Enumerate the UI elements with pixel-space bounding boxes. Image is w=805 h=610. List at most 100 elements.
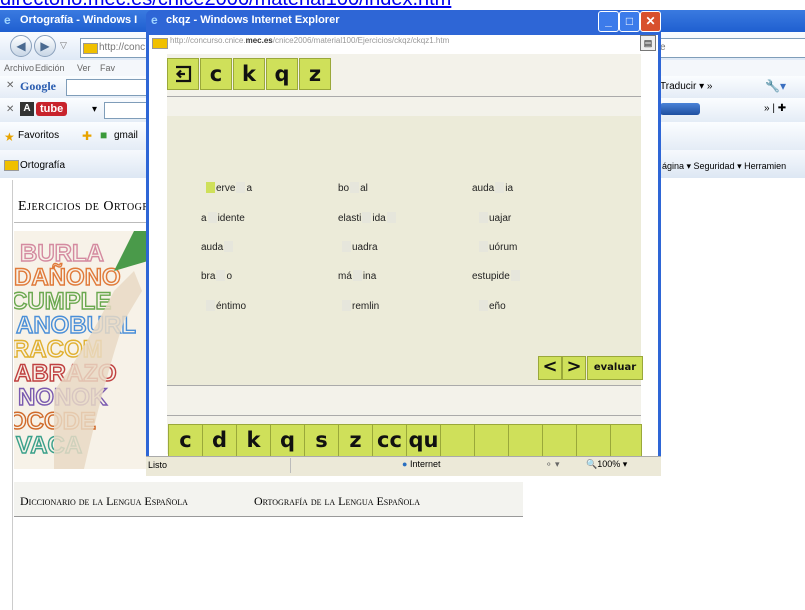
tube-logo: tube xyxy=(36,102,68,116)
answer-tile-qu[interactable]: qu xyxy=(406,424,441,457)
answer-tile-s[interactable]: s xyxy=(304,424,339,457)
blank-slot[interactable] xyxy=(495,182,505,193)
answer-tile-z[interactable]: z xyxy=(338,424,373,457)
close-button[interactable]: ✕ xyxy=(640,11,661,32)
internet-zone: ● Internet xyxy=(402,459,441,469)
blank-slot[interactable] xyxy=(206,300,215,311)
favorites-button[interactable]: Favoritos xyxy=(18,130,59,141)
answer-tile-empty[interactable] xyxy=(576,424,611,457)
word-item: erve a xyxy=(205,182,252,194)
divider xyxy=(167,96,641,97)
wrench-icon[interactable]: 🔧▾ xyxy=(765,79,786,93)
svg-text:CUMPLE: CUMPLE xyxy=(14,288,111,315)
minimize-button[interactable]: _ xyxy=(598,11,619,32)
blank-slot[interactable] xyxy=(352,270,362,281)
letter-tile-k[interactable]: k xyxy=(233,58,265,90)
title-rule xyxy=(14,222,148,223)
tab-site-icon xyxy=(4,160,19,171)
gmail-link[interactable]: gmail xyxy=(114,130,138,141)
menu-favoritos[interactable]: Fav xyxy=(100,63,115,73)
answer-tile-c[interactable]: c xyxy=(168,424,203,457)
letter-tile-c[interactable]: c xyxy=(200,58,232,90)
popup-title: ckqz - Windows Internet Explorer xyxy=(166,14,340,26)
back-window-title: Ortografía - Windows I xyxy=(20,14,138,26)
blank-slot[interactable] xyxy=(342,241,351,252)
dropdown-icon[interactable]: ▾ xyxy=(92,104,97,115)
word-item: a idente xyxy=(201,212,245,224)
blank-slot[interactable] xyxy=(479,241,488,252)
zoom-control[interactable]: 🔍100% ▾ xyxy=(586,459,627,470)
youtube-icon[interactable] xyxy=(660,103,700,115)
tab-ortografia[interactable]: Ortografía xyxy=(20,160,65,171)
blank-slot[interactable] xyxy=(216,270,226,281)
blank-slot[interactable] xyxy=(479,300,488,311)
word-item: má ina xyxy=(338,270,377,282)
ejercicios-title: Ejercicios de Ortografía xyxy=(18,199,146,214)
answer-tile-empty[interactable] xyxy=(508,424,543,457)
answer-tile-empty[interactable] xyxy=(440,424,475,457)
close-icon[interactable]: ✕ xyxy=(6,104,14,115)
ortografia-link[interactable]: Ortografía de la Lengua Española xyxy=(254,494,420,509)
gmail-icon: ■ xyxy=(100,128,108,142)
menu-archivo[interactable]: Archivo xyxy=(4,63,34,73)
maximize-button[interactable]: □ xyxy=(619,11,640,32)
close-icon[interactable]: ✕ xyxy=(6,80,14,91)
back-arrow-icon[interactable]: ◀ xyxy=(10,35,32,57)
add-favorite-icon[interactable]: ✚ xyxy=(82,129,92,143)
decorative-letters-image: BURLA DAÑONO CUMPLE ANOBURL RACOM ABRAZO… xyxy=(14,231,148,469)
letter-tile-z[interactable]: z xyxy=(299,58,331,90)
google-search-input[interactable] xyxy=(66,79,148,96)
next-button[interactable]: > xyxy=(562,356,586,380)
traducir-button[interactable]: Traducir ▾ » xyxy=(660,81,712,92)
blank-slot[interactable] xyxy=(510,270,520,281)
blank-slot[interactable] xyxy=(362,212,372,223)
status-text: Listo xyxy=(148,460,168,470)
exit-button[interactable] xyxy=(167,58,199,90)
word-item: uadra xyxy=(341,241,378,253)
site-icon xyxy=(83,43,98,54)
word-item: auda ia xyxy=(472,182,514,194)
blank-slot[interactable] xyxy=(386,212,396,223)
back-address-text: http://conc xyxy=(99,42,146,53)
previous-button[interactable]: < xyxy=(538,356,562,380)
answer-tile-cc[interactable]: cc xyxy=(372,424,407,457)
blank-slot[interactable] xyxy=(206,182,215,193)
protected-mode-icon[interactable]: ⚬ ▾ xyxy=(545,459,560,470)
letter-tile-q[interactable]: q xyxy=(266,58,298,90)
answer-tile-empty[interactable] xyxy=(542,424,577,457)
word-item: remlin xyxy=(341,300,379,312)
diccionario-link[interactable]: Diccionario de la Lengua Española xyxy=(20,494,188,509)
answer-tile-k[interactable]: k xyxy=(236,424,271,457)
menu-ver[interactable]: Ver xyxy=(77,63,91,73)
url-strip[interactable]: directorio.mec.es/cnice2006/material100/… xyxy=(0,0,805,10)
chevron-icon[interactable]: » | ✚ xyxy=(764,103,786,114)
forward-arrow-icon[interactable]: ▶ xyxy=(34,35,56,57)
site-icon xyxy=(152,38,168,49)
answer-tile-d[interactable]: d xyxy=(202,424,237,457)
blank-slot[interactable] xyxy=(479,212,488,223)
page-icon[interactable]: ▤ xyxy=(640,35,656,51)
page-left-border xyxy=(12,180,13,610)
word-item: bra o xyxy=(201,270,233,282)
tube-search-input[interactable] xyxy=(104,102,148,119)
answer-tile-empty[interactable] xyxy=(474,424,509,457)
url-link[interactable]: directorio.mec.es/cnice2006/material100/… xyxy=(0,0,451,10)
dropdown-icon[interactable]: ▽ xyxy=(60,40,67,51)
blank-slot[interactable] xyxy=(342,300,351,311)
words-area xyxy=(167,116,641,386)
status-divider xyxy=(290,458,401,473)
page-tools-menu[interactable]: ágina ▾ Seguridad ▾ Herramien xyxy=(662,161,786,172)
back-search-field[interactable]: e xyxy=(655,38,805,58)
word-item: eño xyxy=(478,300,506,312)
blank-slot[interactable] xyxy=(224,241,234,252)
ie-icon: e xyxy=(151,13,158,27)
answer-tile-q[interactable]: q xyxy=(270,424,305,457)
evaluar-button[interactable]: evaluar xyxy=(587,356,643,380)
menu-edicion[interactable]: Edición xyxy=(35,63,65,73)
blank-slot[interactable] xyxy=(207,212,217,223)
blank-slot[interactable] xyxy=(236,182,246,193)
word-item: estupide xyxy=(472,270,521,282)
google-logo: Google xyxy=(20,79,56,93)
blank-slot[interactable] xyxy=(350,182,360,193)
answer-tile-empty[interactable] xyxy=(610,424,642,457)
